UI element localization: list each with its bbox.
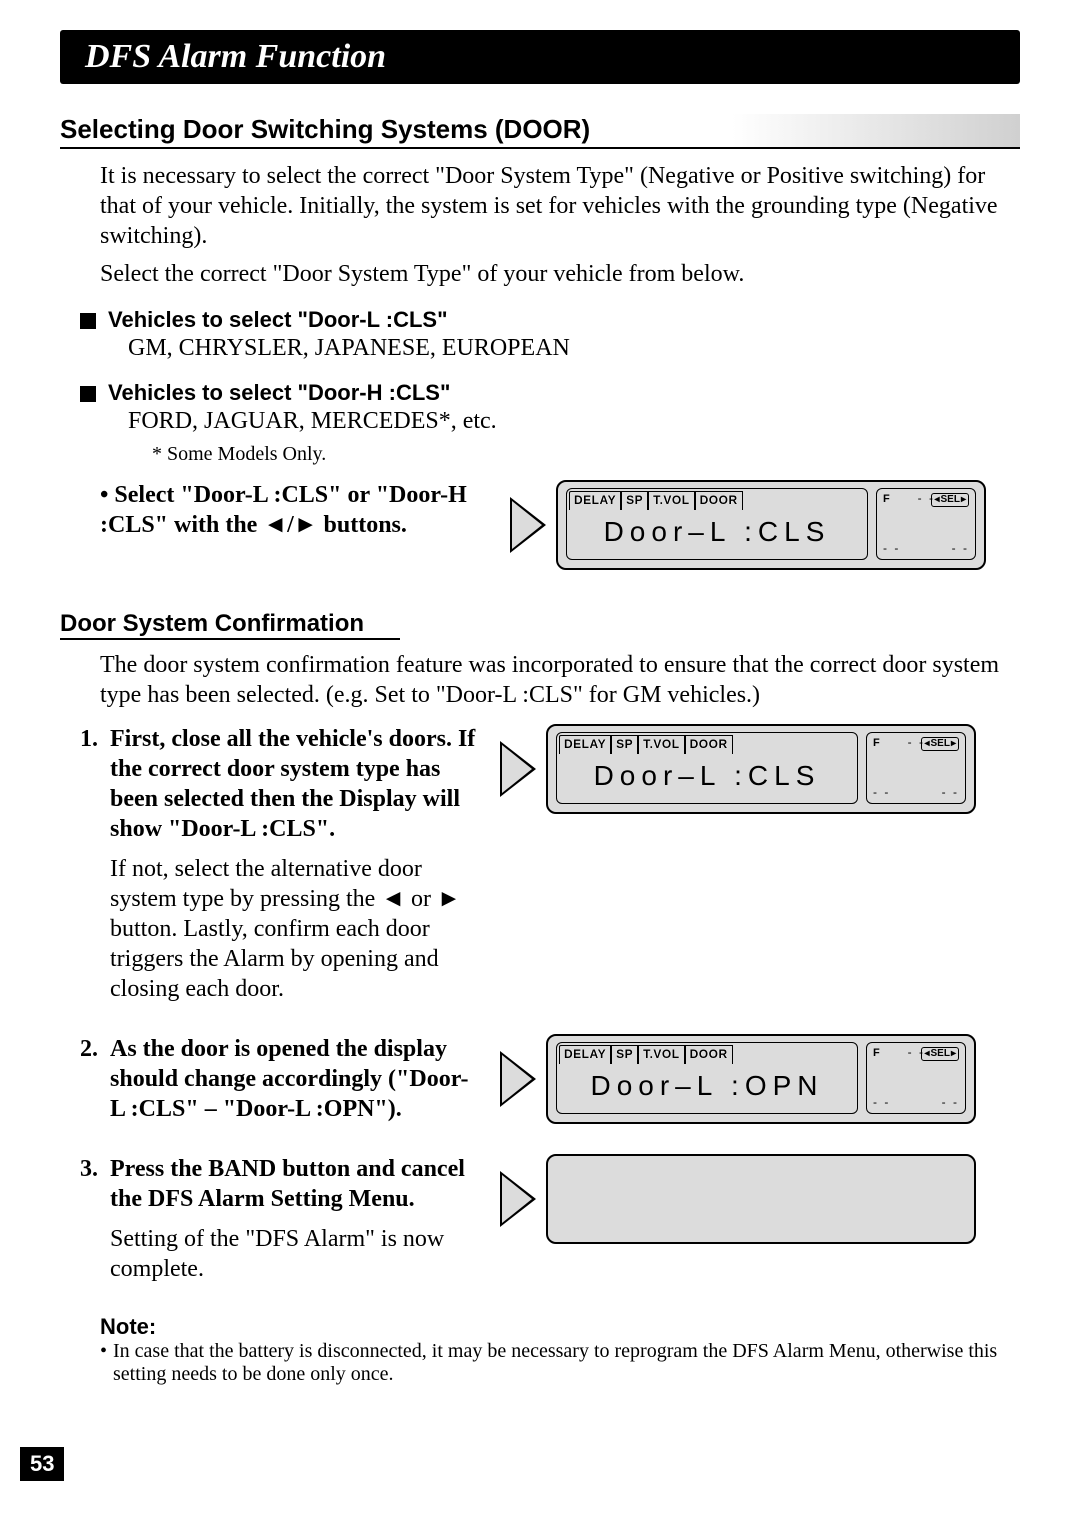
lcd-tab-tvol: T.VOL: [638, 1045, 685, 1064]
step-3-row: 3. Press the BAND button and cancel the …: [80, 1154, 1020, 1284]
note-heading: Note:: [100, 1314, 1020, 1340]
lcd-tab-tvol: T.VOL: [648, 491, 695, 510]
group2-body: FORD, JAGUAR, MERCEDES*, etc.: [128, 408, 1020, 435]
play-triangle-icon: [500, 1171, 536, 1227]
group2-note: * Some Models Only.: [152, 443, 1020, 466]
step-1-subtext: If not, select the alternative door syst…: [110, 854, 480, 1004]
step-1-text: First, close all the vehicle's doors. If…: [110, 726, 475, 842]
lcd-f-label: F: [883, 493, 890, 505]
lcd-tab-sp: SP: [611, 1045, 638, 1064]
confirmation-intro: The door system confirmation feature was…: [100, 650, 1010, 710]
lcd-tab-sp: SP: [611, 735, 638, 754]
select-instruction-text: Select "Door-L :CLS" or "Door-H :CLS" wi…: [100, 482, 467, 538]
lcd-panel-blank: [546, 1154, 976, 1244]
lcd-tab-door: DOOR: [685, 735, 733, 754]
lcd-tab-delay: DELAY: [569, 491, 621, 510]
square-bullet-icon: [80, 313, 96, 329]
note-body: •In case that the battery is disconnecte…: [100, 1340, 1020, 1386]
step-3-text: Press the BAND button and cancel the DFS…: [110, 1156, 465, 1212]
lcd-main-text: Door–L :CLS: [567, 510, 867, 548]
lcd-sel-label: SEL: [921, 1047, 959, 1061]
intro-para-1: It is necessary to select the correct "D…: [100, 161, 1010, 251]
lcd-tab-door: DOOR: [695, 491, 743, 510]
step-number-1: 1.: [80, 724, 110, 754]
vehicle-group-2: Vehicles to select "Door-H :CLS" FORD, J…: [80, 380, 1020, 466]
lcd-main-text: Door–L :CLS: [557, 754, 857, 792]
group1-body: GM, CHRYSLER, JAPANESE, EUROPEAN: [128, 335, 1020, 362]
lcd-display-4: [500, 1154, 976, 1244]
lcd-tab-delay: DELAY: [559, 1045, 611, 1064]
lcd-f-label: F: [873, 737, 880, 749]
group1-head: Vehicles to select "Door-L :CLS": [108, 307, 448, 333]
step-3-subtext: Setting of the "DFS Alarm" is now comple…: [110, 1224, 480, 1284]
lcd-tab-tvol: T.VOL: [638, 735, 685, 754]
lcd-display-2: DELAY SP T.VOL DOOR Door–L :CLS F SEL - …: [500, 724, 976, 814]
page: DFS Alarm Function Selecting Door Switch…: [0, 0, 1080, 1533]
step-number-2: 2.: [80, 1034, 110, 1064]
lcd-tab-delay: DELAY: [559, 735, 611, 754]
lcd-display-3: DELAY SP T.VOL DOOR Door–L :OPN F SEL - …: [500, 1034, 976, 1124]
play-triangle-icon: [500, 741, 536, 797]
lcd-panel: DELAY SP T.VOL DOOR Door–L :CLS F SEL - …: [546, 724, 976, 814]
section-title-1: Selecting Door Switching Systems (DOOR): [60, 114, 1020, 149]
play-triangle-icon: [500, 1051, 536, 1107]
lcd-sel-label: SEL: [931, 493, 969, 507]
square-bullet-icon: [80, 386, 96, 402]
lcd-main-text: Door–L :OPN: [557, 1064, 857, 1102]
intro-para-2: Select the correct "Door System Type" of…: [100, 259, 1010, 289]
step-2-text: As the door is opened the display should…: [110, 1034, 480, 1124]
page-number: 53: [20, 1447, 64, 1481]
play-triangle-icon: [510, 497, 546, 553]
lcd-panel: DELAY SP T.VOL DOOR Door–L :CLS F SEL - …: [556, 480, 986, 570]
chapter-title: DFS Alarm Function: [60, 30, 1020, 84]
step-2-row: 2. As the door is opened the display sho…: [80, 1034, 1020, 1124]
subsection-title: Door System Confirmation: [60, 610, 400, 640]
step-1-row: 1. First, close all the vehicle's doors.…: [80, 724, 1020, 1004]
select-instruction: •Select "Door-L :CLS" or "Door-H :CLS" w…: [100, 480, 490, 540]
lcd-sel-label: SEL: [921, 737, 959, 751]
step-number-3: 3.: [80, 1154, 110, 1184]
lcd-display-1: DELAY SP T.VOL DOOR Door–L :CLS F SEL - …: [510, 480, 986, 570]
lcd-f-label: F: [873, 1047, 880, 1059]
vehicle-group-1: Vehicles to select "Door-L :CLS" GM, CHR…: [80, 307, 1020, 362]
select-instruction-row: •Select "Door-L :CLS" or "Door-H :CLS" w…: [100, 480, 1020, 570]
note-text: In case that the battery is disconnected…: [113, 1340, 1020, 1386]
lcd-tab-door: DOOR: [685, 1045, 733, 1064]
lcd-panel: DELAY SP T.VOL DOOR Door–L :OPN F SEL - …: [546, 1034, 976, 1124]
lcd-tab-sp: SP: [621, 491, 648, 510]
group2-head: Vehicles to select "Door-H :CLS": [108, 380, 450, 406]
